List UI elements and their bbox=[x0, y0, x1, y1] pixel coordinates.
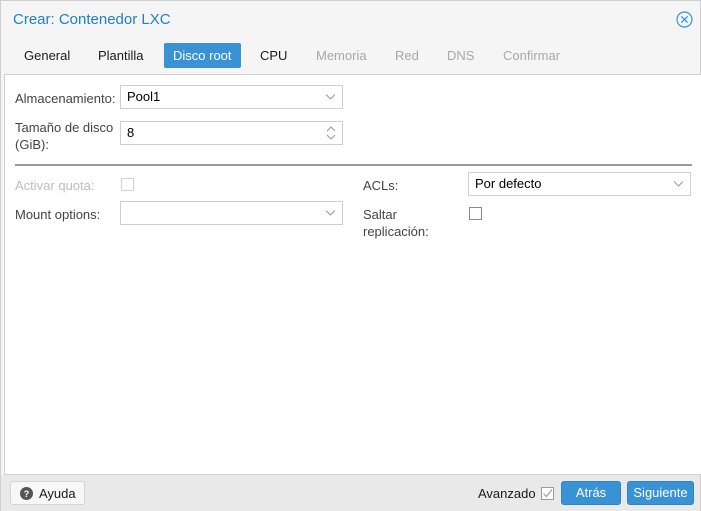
root-disk-panel: Almacenamiento: Pool1 Tamaño de disco (G… bbox=[4, 74, 701, 475]
acls-select[interactable]: Por defecto bbox=[468, 172, 691, 196]
close-circle-x-icon bbox=[676, 11, 693, 28]
disk-size-value: 8 bbox=[127, 125, 135, 140]
disk-size-label-line1: Tamaño de disco bbox=[15, 120, 114, 135]
tab-plantilla[interactable]: Plantilla bbox=[89, 43, 153, 68]
dialog-footer: ? Ayuda Avanzado Atrás Siguiente bbox=[1, 475, 700, 511]
advanced-checkbox[interactable] bbox=[541, 487, 554, 500]
quota-checkbox bbox=[121, 178, 134, 191]
next-button[interactable]: Siguiente bbox=[627, 481, 694, 505]
spinner-arrows-icon[interactable] bbox=[326, 125, 336, 141]
tab-cpu[interactable]: CPU bbox=[251, 43, 296, 68]
tab-confirmar: Confirmar bbox=[503, 48, 561, 63]
help-label: Ayuda bbox=[39, 486, 76, 501]
skip-replication-checkbox[interactable] bbox=[469, 207, 482, 220]
svg-text:?: ? bbox=[24, 489, 30, 499]
chevron-down-icon bbox=[325, 94, 336, 100]
tab-dns: DNS bbox=[447, 48, 475, 63]
dialog-header: Crear: Contenedor LXC bbox=[1, 1, 700, 39]
storage-select[interactable]: Pool1 bbox=[120, 85, 343, 109]
chevron-down-icon bbox=[673, 181, 684, 187]
tab-disco-root[interactable]: Disco root bbox=[164, 43, 241, 68]
dialog-title: Crear: Contenedor LXC bbox=[13, 11, 171, 28]
disk-size-label: Tamaño de disco (GiB): bbox=[15, 119, 113, 153]
disk-size-input[interactable]: 8 bbox=[120, 121, 343, 145]
tab-general[interactable]: General bbox=[15, 43, 79, 68]
help-button[interactable]: ? Ayuda bbox=[10, 481, 85, 505]
mount-options-select[interactable] bbox=[120, 201, 343, 225]
acls-value: Por defecto bbox=[475, 176, 542, 191]
wizard-tabs: General Plantilla Disco root CPU Memoria… bbox=[1, 43, 700, 68]
create-lxc-dialog: Crear: Contenedor LXC General Plantilla … bbox=[0, 0, 701, 511]
skip-replication-label: Saltar replicación: bbox=[363, 206, 429, 240]
advanced-label: Avanzado bbox=[478, 486, 536, 501]
checkmark-icon bbox=[543, 489, 553, 498]
mount-options-label: Mount options: bbox=[15, 207, 101, 222]
disk-size-label-line2: (GiB): bbox=[15, 137, 49, 152]
back-button[interactable]: Atrás bbox=[561, 481, 621, 505]
skip-replication-label-line1: Saltar bbox=[363, 207, 397, 222]
quota-label: Activar quota: bbox=[15, 178, 95, 193]
close-button[interactable] bbox=[676, 11, 693, 28]
tab-memoria: Memoria bbox=[316, 48, 367, 63]
chevron-down-icon bbox=[325, 210, 336, 216]
acls-label: ACLs: bbox=[363, 178, 399, 193]
storage-label: Almacenamiento: bbox=[15, 91, 116, 106]
tab-red: Red bbox=[395, 48, 419, 63]
question-circle-icon: ? bbox=[20, 487, 33, 500]
storage-value: Pool1 bbox=[127, 89, 161, 104]
skip-replication-label-line2: replicación: bbox=[363, 224, 429, 239]
section-divider bbox=[15, 164, 692, 166]
